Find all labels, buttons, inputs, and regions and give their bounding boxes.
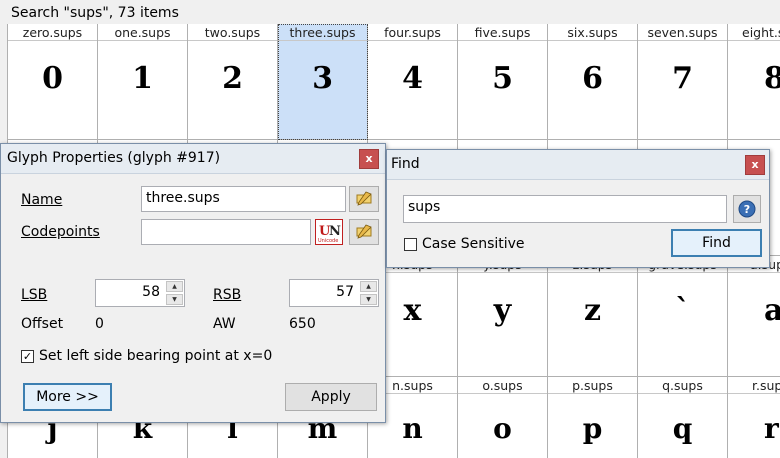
rsb-stepper[interactable]: 57 ▲ ▼ — [289, 279, 379, 307]
lsb-stepper[interactable]: 58 ▲ ▼ — [95, 279, 185, 307]
case-sensitive-checkbox[interactable] — [404, 238, 417, 251]
glyph-cell-glyph: p — [582, 412, 603, 445]
spin-up-arrow-icon[interactable]: ▲ — [166, 281, 183, 292]
glyph-cell[interactable]: six.sups 6 — [548, 24, 638, 140]
close-icon[interactable]: x — [745, 155, 765, 175]
name-label: Name — [21, 192, 63, 208]
glyph-cell[interactable]: five.sups 5 — [458, 24, 548, 140]
pencil-edit-icon[interactable] — [349, 186, 379, 212]
find-input[interactable]: sups — [403, 195, 727, 223]
glyph-cell[interactable]: o.sups o — [458, 377, 548, 458]
glyph-cell-name: q.sups — [638, 377, 727, 394]
glyph-cell[interactable]: grave.sups ` — [638, 256, 728, 377]
glyph-cell-glyph: y — [493, 293, 512, 328]
unicode-icon-text: Unicode — [318, 238, 338, 244]
glyph-cell[interactable]: one.sups 1 — [98, 24, 188, 140]
glyph-cell-name: four.sups — [368, 24, 457, 41]
rsb-label: RSB — [213, 287, 242, 303]
find-button[interactable]: Find — [671, 229, 762, 257]
codepoints-field[interactable] — [141, 219, 311, 245]
lsb-label: LSB — [21, 287, 48, 303]
glyph-cell-name: two.sups — [188, 24, 277, 41]
glyph-cell-glyph: 0 — [42, 61, 63, 96]
glyph-cell[interactable]: two.sups 2 — [188, 24, 278, 140]
glyph-cell-glyph: 4 — [402, 61, 423, 96]
set-lsb-checkbox[interactable]: ✓ — [21, 350, 34, 363]
glyph-cell[interactable]: four.sups 4 — [368, 24, 458, 140]
spin-down-arrow-icon[interactable]: ▼ — [166, 294, 183, 305]
glyph-cell[interactable]: zero.sups 0 — [8, 24, 98, 140]
aw-value: 650 — [289, 316, 316, 332]
glyph-cell[interactable]: r.sups r — [728, 377, 780, 458]
glyph-cell-name: three.sups — [278, 24, 367, 41]
spin-up-arrow-icon[interactable]: ▲ — [360, 281, 377, 292]
name-field[interactable]: three.sups — [141, 186, 346, 212]
unicode-icon[interactable]: U N Unicode — [315, 219, 343, 245]
glyph-cell-selected[interactable]: three.sups 3 — [278, 24, 368, 140]
glyph-cell-name: r.sups — [728, 377, 780, 394]
glyph-cell[interactable]: a.sups a — [728, 256, 780, 377]
glyph-cell-name: seven.sups — [638, 24, 727, 41]
glyph-cell[interactable]: y.sups y — [458, 256, 548, 377]
glyph-cell-glyph: 8 — [728, 61, 780, 96]
apply-button[interactable]: Apply — [285, 383, 377, 411]
glyph-cell-name: one.sups — [98, 24, 187, 41]
glyph-cell-glyph: ` — [675, 293, 690, 328]
lsb-value: 58 — [142, 284, 160, 300]
glyph-cell-glyph: 1 — [132, 61, 153, 96]
glyph-cell-glyph: 7 — [672, 61, 693, 96]
find-dialog: Find x sups ? Case Sensitive Find — [386, 149, 770, 268]
glyph-cell[interactable]: q.sups q — [638, 377, 728, 458]
glyph-cell-glyph: 2 — [222, 61, 243, 96]
set-lsb-checkbox-label: Set left side bearing point at x=0 — [39, 348, 273, 364]
glyph-cell-glyph: 6 — [582, 61, 603, 96]
aw-label: AW — [213, 316, 236, 332]
glyph-cell-glyph: a — [728, 293, 780, 328]
offset-label: Offset — [21, 316, 64, 332]
rsb-value: 57 — [336, 284, 354, 300]
glyph-cell[interactable]: seven.sups 7 — [638, 24, 728, 140]
pencil-edit-icon[interactable] — [349, 219, 379, 245]
more-button[interactable]: More >> — [23, 383, 112, 411]
glyph-properties-titlebar[interactable]: Glyph Properties (glyph #917) x — [1, 144, 385, 174]
find-titlebar[interactable]: Find x — [387, 150, 769, 180]
glyph-cell-name: p.sups — [548, 377, 637, 394]
glyph-cell-glyph: o — [493, 412, 512, 445]
glyph-cell-glyph: 3 — [312, 61, 333, 96]
glyph-cell-name: zero.sups — [8, 24, 97, 41]
glyph-properties-dialog: Glyph Properties (glyph #917) x Name thr… — [0, 143, 386, 423]
spin-down-arrow-icon[interactable]: ▼ — [360, 294, 377, 305]
glyph-cell-name: eight.sups — [728, 24, 780, 41]
glyph-cell-glyph: z — [583, 293, 602, 328]
glyph-cell-glyph: r — [764, 412, 779, 445]
find-title: Find — [391, 156, 420, 172]
offset-value: 0 — [95, 316, 104, 332]
glyph-cell-glyph: 5 — [492, 61, 513, 96]
glyph-cell-name: six.sups — [548, 24, 637, 41]
svg-text:N: N — [329, 224, 341, 239]
codepoints-label: Codepoints — [21, 224, 100, 240]
glyph-cell[interactable]: p.sups p — [548, 377, 638, 458]
glyph-cell[interactable]: eight.sups 8 — [728, 24, 780, 140]
help-icon-glyph: ? — [744, 203, 750, 216]
help-icon[interactable]: ? — [733, 195, 761, 223]
search-status-header: Search "sups", 73 items — [0, 0, 780, 24]
close-icon[interactable]: x — [359, 149, 379, 169]
glyph-cell-glyph: q — [672, 412, 693, 445]
glyph-cell[interactable]: z.sups z — [548, 256, 638, 377]
glyph-cell-name: o.sups — [458, 377, 547, 394]
case-sensitive-label: Case Sensitive — [422, 236, 525, 252]
glyph-cell-name: five.sups — [458, 24, 547, 41]
dialog-title: Glyph Properties (glyph #917) — [7, 150, 221, 166]
